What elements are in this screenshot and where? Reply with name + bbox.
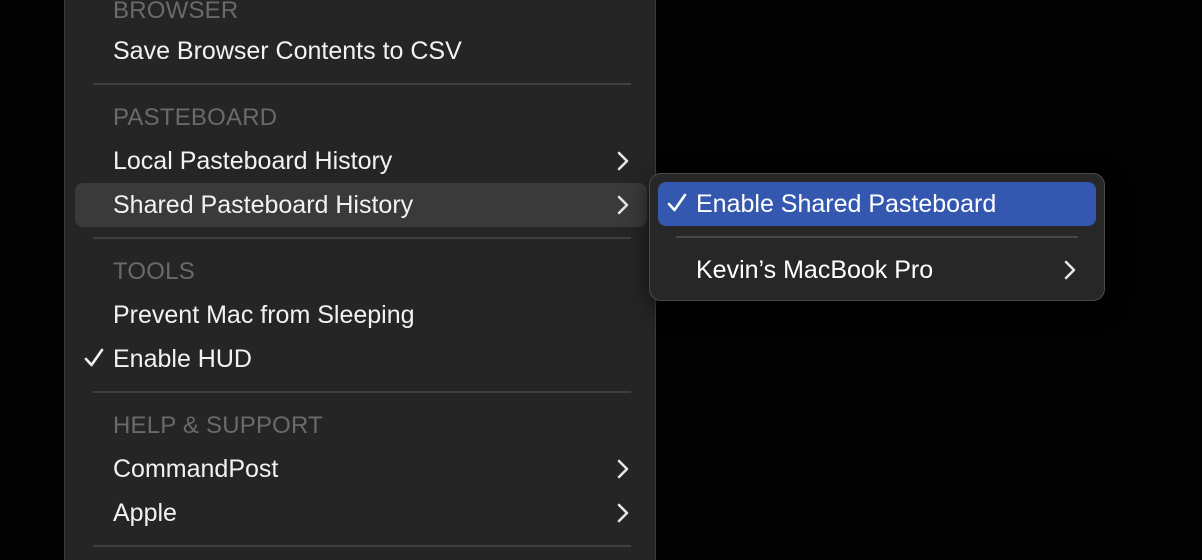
menu-item-label: Save Browser Contents to CSV [113,37,462,65]
menu-separator [676,236,1078,238]
menu-item-apple[interactable]: Apple [75,491,647,535]
checkmark-icon [667,193,687,212]
submenu-item-enable-shared-pasteboard[interactable]: Enable Shared Pasteboard [658,182,1096,226]
menu-separator [93,391,631,393]
submenu-item-label: Kevin’s MacBook Pro [696,256,934,284]
main-context-menu: BROWSER Save Browser Contents to CSV PAS… [64,0,656,560]
submenu-item-kevins-macbook-pro[interactable]: Kevin’s MacBook Pro [658,248,1096,292]
menu-separator [93,83,631,85]
section-header-browser: BROWSER [113,0,239,24]
menu-item-commandpost[interactable]: CommandPost [75,447,647,491]
chevron-right-icon [617,459,629,479]
menu-item-label: Apple [113,499,177,527]
menu-item-label: Shared Pasteboard History [113,191,414,219]
menu-item-label: Local Pasteboard History [113,147,393,175]
menu-item-label: Prevent Mac from Sleeping [113,301,415,329]
menu-item-save-browser-csv[interactable]: Save Browser Contents to CSV [75,29,647,73]
submenu-item-label: Enable Shared Pasteboard [696,190,997,218]
menu-separator [93,237,631,239]
shared-pasteboard-submenu: Enable Shared Pasteboard Kevin’s MacBook… [649,173,1105,301]
section-header-help-support: HELP & SUPPORT [113,412,323,439]
section-header-tools: TOOLS [113,258,195,285]
menu-item-prevent-mac-sleeping[interactable]: Prevent Mac from Sleeping [75,293,647,337]
menu-item-shared-pasteboard-history[interactable]: Shared Pasteboard History [75,183,647,227]
checkmark-icon [84,348,104,367]
chevron-right-icon [617,195,629,215]
screen: BROWSER Save Browser Contents to CSV PAS… [0,0,1202,560]
menu-item-label: Enable HUD [113,345,252,373]
chevron-right-icon [1064,260,1076,280]
menu-item-enable-hud[interactable]: Enable HUD [75,337,647,381]
chevron-right-icon [617,503,629,523]
menu-item-label: CommandPost [113,455,279,483]
chevron-right-icon [617,151,629,171]
menu-item-local-pasteboard-history[interactable]: Local Pasteboard History [75,139,647,183]
section-header-pasteboard: PASTEBOARD [113,104,278,131]
menu-separator [93,545,631,547]
